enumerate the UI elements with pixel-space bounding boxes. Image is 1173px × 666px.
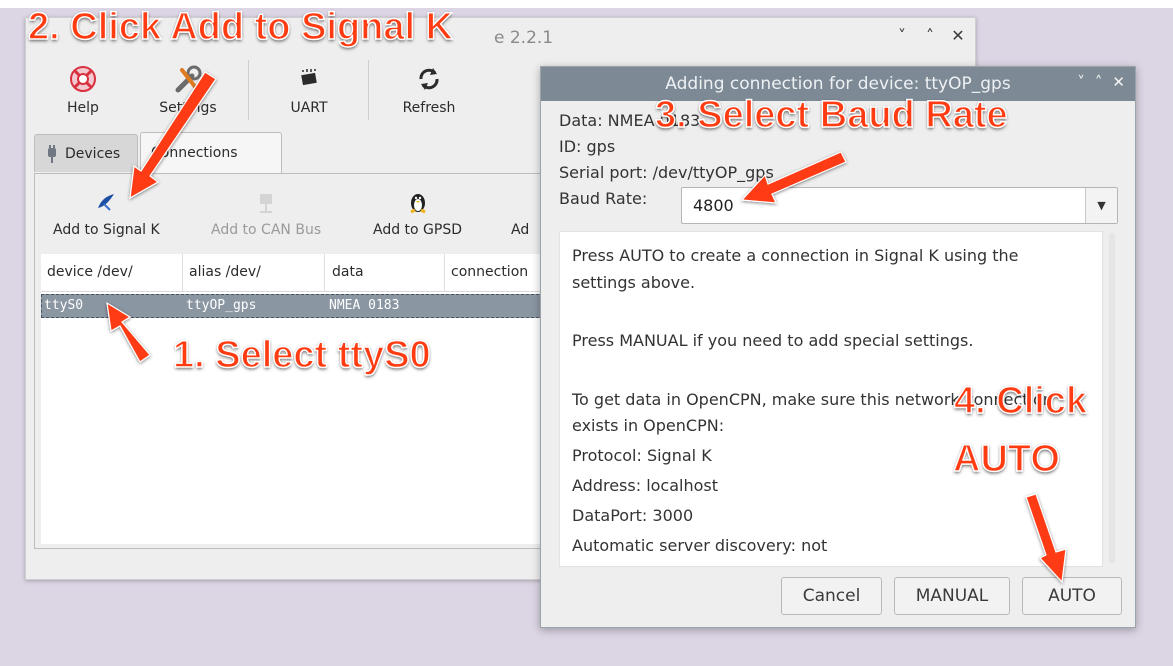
arrow-to-baud-rate [740, 151, 847, 204]
step-2-annotation: 2. Click Add to Signal K [27, 5, 454, 49]
arrow-to-ttys0 [106, 301, 151, 363]
arrow-to-add-signal-k [129, 71, 217, 200]
step-1-annotation: 1. Select ttyS0 [172, 333, 431, 377]
arrow-to-auto [1025, 493, 1067, 584]
step-4-annotation-line1: 4. Click [953, 379, 1088, 423]
step-4-annotation-line2: AUTO [952, 437, 1060, 481]
step-3-annotation: 3. Select Baud Rate [654, 93, 1008, 137]
